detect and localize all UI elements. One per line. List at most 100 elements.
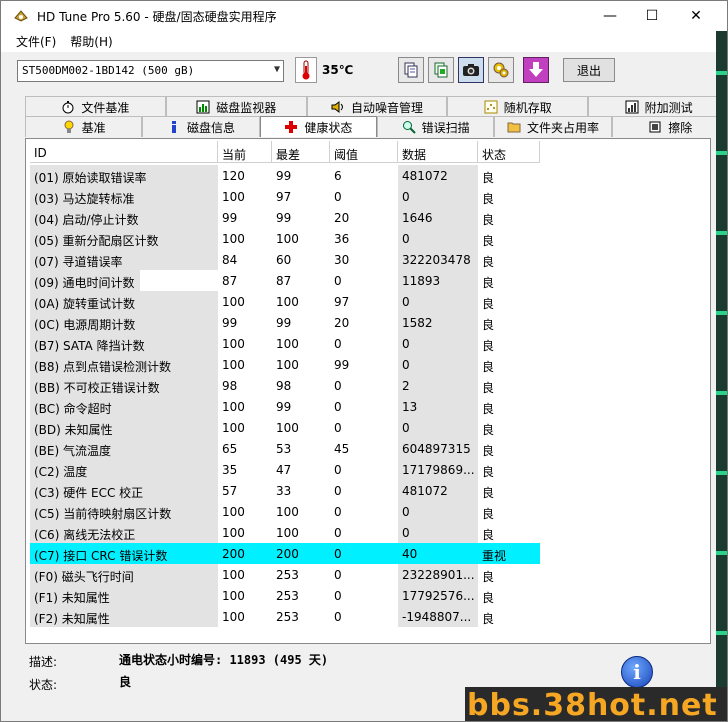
table-cell[interactable]: 良	[478, 249, 540, 270]
table-cell[interactable]: 2	[398, 375, 478, 396]
table-cell[interactable]: (F2) 未知属性	[30, 606, 218, 627]
table-cell[interactable]: 17179869...	[398, 459, 478, 480]
menu-help[interactable]: 帮助(H)	[63, 33, 119, 50]
table-cell[interactable]: 100	[218, 606, 272, 627]
table-cell[interactable]: 0	[330, 522, 398, 543]
table-cell[interactable]: 84	[218, 249, 272, 270]
table-cell[interactable]: 35	[218, 459, 272, 480]
table-cell[interactable]: 99	[272, 312, 330, 333]
table-cell[interactable]: 良	[478, 333, 540, 354]
table-cell[interactable]: 0	[398, 522, 478, 543]
table-cell[interactable]: 0	[330, 417, 398, 438]
table-cell[interactable]: 45	[330, 438, 398, 459]
column-header[interactable]: 数据	[398, 141, 478, 163]
table-cell[interactable]: 0	[330, 564, 398, 585]
table-cell[interactable]: 0	[398, 417, 478, 438]
table-cell[interactable]: 良	[478, 270, 540, 291]
table-cell[interactable]: 1646	[398, 207, 478, 228]
table-cell[interactable]: 良	[478, 585, 540, 606]
table-cell[interactable]: 98	[218, 375, 272, 396]
column-header[interactable]: 最差	[272, 141, 330, 163]
table-cell[interactable]: 253	[272, 606, 330, 627]
table-cell[interactable]: 30	[330, 249, 398, 270]
table-cell[interactable]: 0	[330, 333, 398, 354]
table-cell[interactable]: (03) 马达旋转标准	[30, 186, 218, 207]
table-cell[interactable]: 481072	[398, 165, 478, 186]
table-cell[interactable]: 99	[218, 312, 272, 333]
table-cell[interactable]: 100	[218, 417, 272, 438]
table-cell[interactable]: 100	[218, 501, 272, 522]
tab-random-access[interactable]: 随机存取	[447, 96, 589, 117]
table-cell[interactable]: (C5) 当前待映射扇区计数	[30, 501, 218, 522]
table-cell[interactable]: 99	[330, 354, 398, 375]
table-cell[interactable]: 0	[330, 459, 398, 480]
table-cell[interactable]: 100	[272, 228, 330, 249]
table-cell[interactable]: 0	[330, 186, 398, 207]
table-cell[interactable]: 0	[330, 396, 398, 417]
table-cell[interactable]: (B7) SATA 降挡计数	[30, 333, 218, 354]
table-cell[interactable]: (C2) 温度	[30, 459, 218, 480]
table-cell[interactable]: 6	[330, 165, 398, 186]
table-cell[interactable]: 0	[330, 375, 398, 396]
table-cell[interactable]: 0	[330, 543, 398, 564]
table-cell[interactable]: 99	[272, 207, 330, 228]
table-cell[interactable]: 良	[478, 417, 540, 438]
table-cell[interactable]: 120	[218, 165, 272, 186]
table-cell[interactable]: 100	[218, 585, 272, 606]
table-cell[interactable]: 87	[272, 270, 330, 291]
table-cell[interactable]: 40	[398, 543, 478, 564]
table-cell[interactable]: (C7) 接口 CRC 错误计数	[30, 543, 218, 564]
tab-erase[interactable]: 擦除	[611, 116, 727, 137]
table-cell[interactable]: (BE) 气流温度	[30, 438, 218, 459]
tab-disk-monitor[interactable]: 磁盘监视器	[165, 96, 307, 117]
table-cell[interactable]: 良	[478, 228, 540, 249]
table-cell[interactable]: 100	[272, 333, 330, 354]
table-cell[interactable]: 33	[272, 480, 330, 501]
tab-folder-usage[interactable]: 文件夹占用率	[494, 116, 612, 137]
tab-file-benchmark[interactable]: 文件基准	[25, 96, 166, 117]
table-cell[interactable]: (C6) 离线无法校正	[30, 522, 218, 543]
column-header[interactable]: 当前	[218, 141, 272, 163]
table-cell[interactable]: 100	[272, 522, 330, 543]
menu-file[interactable]: 文件(F)	[9, 33, 63, 50]
table-cell[interactable]: 23228901...	[398, 564, 478, 585]
table-cell[interactable]: 99	[272, 165, 330, 186]
column-header[interactable]: 阈值	[330, 141, 398, 163]
table-cell[interactable]: 13	[398, 396, 478, 417]
table-cell[interactable]: 良	[478, 522, 540, 543]
table-cell[interactable]: (0A) 旋转重试计数	[30, 291, 218, 312]
table-cell[interactable]: 100	[272, 354, 330, 375]
table-cell[interactable]: 0	[330, 480, 398, 501]
table-cell[interactable]: 11893	[398, 270, 478, 291]
table-cell[interactable]: (BD) 未知属性	[30, 417, 218, 438]
table-cell[interactable]: 良	[478, 165, 540, 186]
table-cell[interactable]: 87	[218, 270, 272, 291]
maximize-button[interactable]: ☐	[629, 1, 675, 31]
table-cell[interactable]: (F0) 磁头飞行时间	[30, 564, 218, 585]
screenshot-button[interactable]	[458, 57, 484, 83]
options-button[interactable]	[488, 57, 514, 83]
table-cell[interactable]: (07) 寻道错误率	[30, 249, 218, 270]
table-cell[interactable]: 0	[330, 501, 398, 522]
table-cell[interactable]: 0	[330, 606, 398, 627]
table-cell[interactable]: 良	[478, 186, 540, 207]
table-cell[interactable]: 良	[478, 291, 540, 312]
minimize-button[interactable]: —	[587, 1, 633, 31]
tab-aam[interactable]: 自动噪音管理	[306, 96, 448, 117]
table-cell[interactable]: (05) 重新分配扇区计数	[30, 228, 218, 249]
table-cell[interactable]: 322203478	[398, 249, 478, 270]
table-cell[interactable]: 良	[478, 606, 540, 627]
table-cell[interactable]: 100	[218, 564, 272, 585]
table-cell[interactable]: -1948807...	[398, 606, 478, 627]
table-cell[interactable]: (BC) 命令超时	[30, 396, 218, 417]
table-cell[interactable]: 604897315	[398, 438, 478, 459]
table-cell[interactable]: 0	[398, 333, 478, 354]
save-button[interactable]	[523, 57, 549, 83]
table-cell[interactable]: (0C) 电源周期计数	[30, 312, 218, 333]
table-cell[interactable]: 良	[478, 375, 540, 396]
table-cell[interactable]: (BB) 不可校正错误计数	[30, 375, 218, 396]
info-button[interactable]: i	[621, 656, 653, 688]
table-cell[interactable]: 97	[330, 291, 398, 312]
table-cell[interactable]: 60	[272, 249, 330, 270]
table-cell[interactable]: 100	[218, 522, 272, 543]
